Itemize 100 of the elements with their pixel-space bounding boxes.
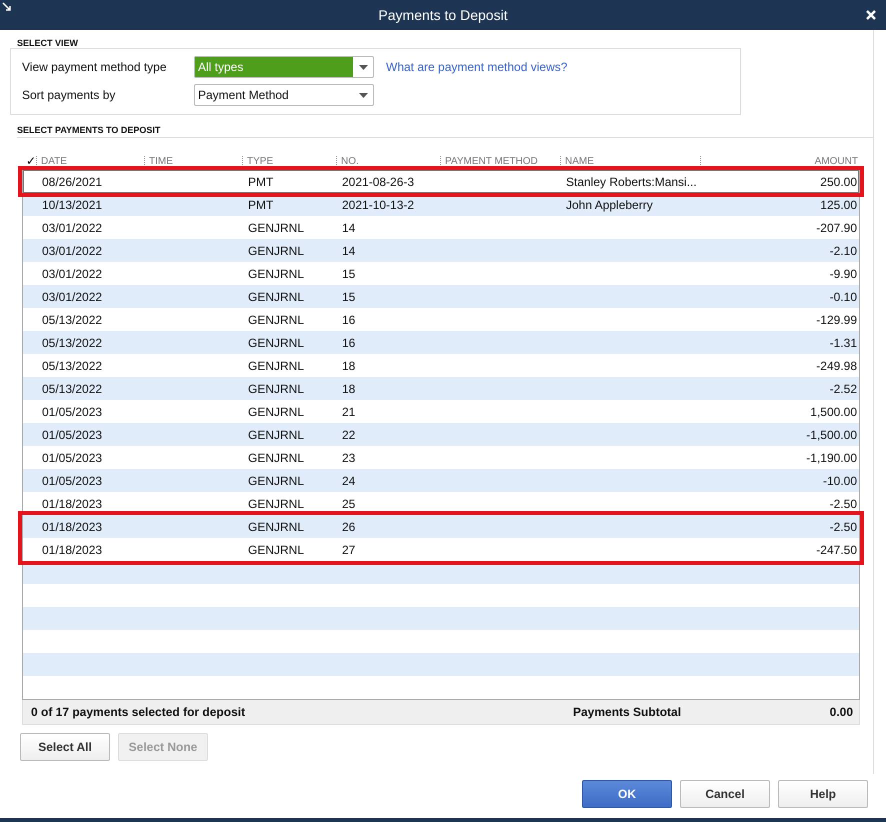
table-cell-text: GENJRNL bbox=[247, 520, 306, 534]
window-title: Payments to Deposit bbox=[378, 7, 508, 23]
table-cell-text: 05/13/2022 bbox=[41, 312, 104, 326]
caret-icon bbox=[358, 64, 368, 70]
table-cell-text: 14 bbox=[341, 220, 356, 234]
table-cell-text: Stanley Roberts:Mansi... bbox=[565, 174, 698, 188]
table-cell-text: 15 bbox=[341, 266, 356, 280]
table-row[interactable]: 01/05/2023 GENJRNL 24 -10.00 bbox=[23, 469, 859, 492]
dialog-button[interactable]: Cancel bbox=[680, 780, 770, 808]
table-cell-text: -207.90 bbox=[815, 220, 858, 234]
table-cell-text: 1,500.00 bbox=[809, 404, 858, 418]
table-cell-text: 21 bbox=[341, 404, 356, 418]
table-cell-text: -10.00 bbox=[822, 474, 858, 488]
table-cell-text: -1,500.00 bbox=[805, 428, 858, 442]
subtotal-label: Payments Subtotal bbox=[573, 705, 682, 719]
table-cell-text: -9.90 bbox=[828, 266, 858, 280]
table-cell-text: GENJRNL bbox=[247, 290, 306, 304]
table-cell-text: 03/01/2022 bbox=[41, 290, 104, 304]
dialog-button[interactable]: Help bbox=[778, 780, 868, 808]
table-cell-text: John Appleberry bbox=[565, 198, 654, 212]
table-cell-text: 22 bbox=[341, 428, 356, 442]
table-cell-text: 05/13/2022 bbox=[41, 358, 104, 372]
table-cell-text: GENJRNL bbox=[247, 404, 306, 418]
table-row[interactable]: 03/01/2022 GENJRNL 14 -2.10 bbox=[23, 239, 859, 262]
table-cell-text: 03/01/2022 bbox=[41, 220, 104, 234]
table-cell-text: 250.00 bbox=[819, 174, 858, 188]
help-link[interactable]: What are payment method views? bbox=[386, 60, 568, 74]
table-cell-text: 01/18/2023 bbox=[41, 542, 104, 556]
subtotal-value: 0.00 bbox=[828, 705, 853, 719]
table-cell-text: 01/05/2023 bbox=[41, 474, 104, 488]
table-cell-text: 16 bbox=[341, 312, 356, 326]
table-cell-text: 03/01/2022 bbox=[41, 266, 104, 280]
table-cell-text: GENJRNL bbox=[247, 496, 306, 510]
resize-arrow-icon bbox=[2, 2, 12, 12]
column-header[interactable]: NAME bbox=[560, 156, 700, 166]
table-cell-text: 01/05/2023 bbox=[41, 404, 104, 418]
table-row[interactable]: 01/18/2023 GENJRNL 26 -2.50 bbox=[23, 515, 859, 538]
table-cell-text: 08/26/2021 bbox=[41, 174, 104, 188]
section-heading: SELECT VIEW bbox=[17, 38, 80, 48]
table-row[interactable]: 03/01/2022 GENJRNL 15 -0.10 bbox=[23, 285, 859, 308]
field-label: Sort payments by bbox=[22, 88, 116, 102]
table-cell-text: -1,190.00 bbox=[805, 450, 858, 464]
table-cell-text: GENJRNL bbox=[247, 266, 306, 280]
column-header[interactable]: TYPE bbox=[242, 156, 336, 166]
table-cell-text: -2.50 bbox=[828, 520, 858, 534]
table-cell-text: 01/05/2023 bbox=[41, 450, 104, 464]
table-cell-text: 23 bbox=[341, 450, 356, 464]
table-cell-text: -1.31 bbox=[828, 336, 858, 350]
table-cell-text: 05/13/2022 bbox=[41, 336, 104, 350]
caret-icon bbox=[358, 92, 368, 98]
table-cell-text: GENJRNL bbox=[247, 336, 306, 350]
table-cell-text: 2021-08-26-3 bbox=[341, 174, 416, 188]
table-cell-text: 24 bbox=[341, 474, 356, 488]
table-cell-text: GENJRNL bbox=[247, 542, 306, 556]
table-cell-text: 14 bbox=[341, 244, 356, 258]
column-header[interactable]: AMOUNT bbox=[700, 156, 860, 166]
table-cell-text: 26 bbox=[341, 520, 356, 534]
table-cell-text: GENJRNL bbox=[247, 244, 306, 258]
selection-count: 0 of 17 payments selected for deposit bbox=[31, 705, 246, 719]
table-cell-text: PMT bbox=[247, 198, 274, 212]
table-cell-text: -2.10 bbox=[828, 244, 858, 258]
table-row[interactable]: 05/13/2022 GENJRNL 16 -1.31 bbox=[23, 331, 859, 354]
table-cell-text: 27 bbox=[341, 542, 356, 556]
table-cell-text: GENJRNL bbox=[247, 474, 306, 488]
column-header[interactable]: PAYMENT METHOD bbox=[440, 156, 560, 166]
table-cell-text: 01/18/2023 bbox=[41, 520, 104, 534]
table-cell-text: -249.98 bbox=[815, 358, 858, 372]
table-cell-text: -2.52 bbox=[828, 382, 858, 396]
table-cell-text: 01/18/2023 bbox=[41, 496, 104, 510]
table-cell-text: 2021-10-13-2 bbox=[341, 198, 416, 212]
dialog-button[interactable]: OK bbox=[582, 780, 672, 808]
check-column-header: ✓ bbox=[25, 154, 36, 168]
column-header[interactable]: DATE bbox=[36, 156, 144, 166]
column-header[interactable]: NO. bbox=[336, 156, 440, 166]
table-cell-text: 15 bbox=[341, 290, 356, 304]
table-cell-text: PMT bbox=[247, 174, 274, 188]
column-header[interactable]: TIME bbox=[144, 156, 242, 166]
select-button[interactable]: Select All bbox=[20, 733, 110, 761]
table-cell-text: 18 bbox=[341, 382, 356, 396]
table-cell-text: GENJRNL bbox=[247, 220, 306, 234]
section-heading: SELECT PAYMENTS TO DEPOSIT bbox=[17, 125, 873, 138]
table-cell-text: 25 bbox=[341, 496, 356, 510]
table-cell-text: 01/05/2023 bbox=[41, 428, 104, 442]
table-row[interactable]: 08/26/2021 PMT 2021-08-26-3 Stanley Roberts:Mansi... 250.00 bbox=[23, 170, 859, 193]
table-cell-text: GENJRNL bbox=[247, 450, 306, 464]
table-cell-text: GENJRNL bbox=[247, 382, 306, 396]
table-cell-text: 125.00 bbox=[819, 198, 858, 212]
table-cell-text: -129.99 bbox=[815, 312, 858, 326]
table-cell-text: GENJRNL bbox=[247, 358, 306, 372]
table-cell-text: GENJRNL bbox=[247, 312, 306, 326]
table-cell-text: 16 bbox=[341, 336, 356, 350]
close-icon[interactable] bbox=[866, 10, 876, 20]
field-label: View payment method type bbox=[22, 60, 168, 74]
table-cell-text: -2.50 bbox=[828, 496, 858, 510]
table-cell-text: -247.50 bbox=[815, 542, 858, 556]
table-row[interactable]: 01/05/2023 GENJRNL 22 -1,500.00 bbox=[23, 423, 859, 446]
table-cell-text: 10/13/2021 bbox=[41, 198, 104, 212]
sort-dropdown[interactable]: Payment Method bbox=[194, 84, 374, 106]
table-cell-text: GENJRNL bbox=[247, 428, 306, 442]
table-row[interactable]: 05/13/2022 GENJRNL 18 -2.52 bbox=[23, 377, 859, 400]
